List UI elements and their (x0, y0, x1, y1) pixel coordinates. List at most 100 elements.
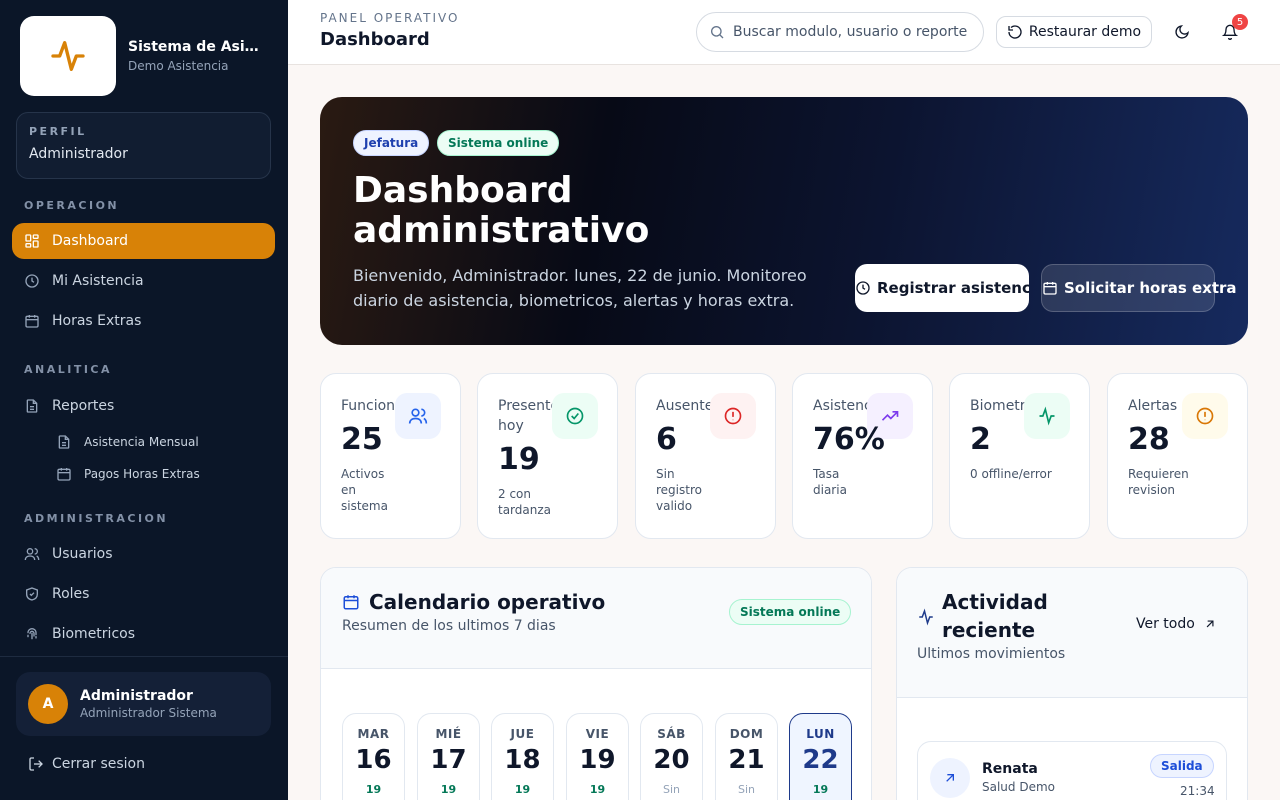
calendar-day-today[interactable]: LUN 22 19 (789, 713, 852, 800)
day-number: 22 (802, 745, 839, 775)
logout-label: Cerrar sesion (52, 756, 145, 772)
search-icon (709, 24, 725, 40)
activity-header: Actividad reciente Ultimos movimientos V… (897, 568, 1247, 698)
activity-person: Renata (982, 761, 1038, 777)
stat-note: 0 offline/error (970, 467, 1052, 481)
stat-card-alertas[interactable]: Alertas 28 Requieren revision (1107, 373, 1248, 539)
sidebar-subitem-asistencia-mensual[interactable]: Asistencia Mensual (56, 430, 199, 454)
file-icon (56, 434, 72, 450)
notifications-button[interactable]: 5 (1214, 14, 1248, 48)
day-number: 19 (579, 745, 616, 775)
see-all-link[interactable]: Ver todo (1136, 616, 1217, 632)
day-number: 20 (653, 745, 690, 775)
profile-selector[interactable]: PERFIL Administrador (16, 112, 271, 179)
day-name: VIE (585, 727, 610, 741)
users-icon (395, 393, 441, 439)
register-attendance-label: Registrar asistencia (877, 279, 1029, 297)
stat-card-biometricos[interactable]: Biometricos 2 0 offline/error (949, 373, 1090, 539)
stat-note: Activos en sistema (341, 467, 388, 513)
user-card[interactable]: A Administrador Administrador Sistema (16, 672, 271, 736)
stat-label: Presentes hoy (498, 398, 567, 434)
restore-demo-button[interactable]: Restaurar demo (996, 16, 1152, 48)
register-attendance-button[interactable]: Registrar asistencia (855, 264, 1029, 312)
stat-note: 2 con tardanza (498, 487, 552, 517)
search-input[interactable] (733, 24, 973, 40)
day-name: SÁB (657, 727, 686, 741)
stat-note: Sin registro valido (656, 467, 702, 513)
section-operacion: OPERACION (24, 199, 120, 212)
sidebar-item-reportes[interactable]: Reportes (12, 388, 275, 424)
sidebar-item-label: Biometricos (52, 626, 136, 642)
hero-banner: Jefatura Sistema online Dashboard admini… (320, 97, 1248, 345)
sidebar-item-mi-asistencia[interactable]: Mi Asistencia (12, 263, 275, 299)
sidebar-item-label: Mi Asistencia (52, 273, 144, 289)
activity-panel: Actividad reciente Ultimos movimientos V… (896, 567, 1248, 800)
calendar-day[interactable]: JUE 18 19 (491, 713, 554, 800)
breadcrumb: PANEL OPERATIVO (320, 11, 460, 25)
calendar-status-badge: Sistema online (729, 599, 852, 625)
day-name: MIÉ (435, 727, 462, 741)
stat-card-ausentes[interactable]: Ausentes 6 Sin registro valido (635, 373, 776, 539)
day-count: 19 (589, 783, 606, 796)
logout-button[interactable]: Cerrar sesion (28, 756, 145, 772)
brand-title: Sistema de Asistencia (128, 39, 264, 55)
page-title: Dashboard (320, 29, 430, 50)
brand[interactable]: Sistema de Asistencia Demo Asistencia (20, 16, 280, 96)
theme-toggle-button[interactable] (1166, 16, 1198, 48)
section-analitica: ANALITICA (24, 363, 113, 376)
brand-logo (20, 16, 116, 96)
sidebar-item-label: Reportes (52, 398, 115, 414)
activity-time: 21:34 (1180, 784, 1215, 798)
sidebar-subitem-pagos-horas-extras[interactable]: Pagos Horas Extras (56, 462, 200, 486)
stat-label: Ausentes (656, 398, 714, 414)
stat-note: Tasa diaria (813, 467, 847, 497)
calendar-day[interactable]: VIE 19 19 (566, 713, 629, 800)
calendar-icon (342, 593, 360, 611)
activity-icon (1024, 393, 1070, 439)
search-box[interactable] (696, 12, 984, 52)
sidebar-item-biometricos[interactable]: Biometricos (12, 616, 275, 652)
calendar-title: Calendario operativo (369, 590, 606, 614)
calendar-day[interactable]: MAR 16 19 (342, 713, 405, 800)
role-badge: Jefatura (353, 130, 430, 156)
users-icon (24, 546, 40, 562)
restore-demo-label: Restaurar demo (1028, 24, 1142, 40)
stat-label: Biometricos (970, 398, 1028, 414)
hero-title: Dashboard administrativo (353, 170, 650, 251)
day-name: JUE (510, 727, 535, 741)
stat-label: Alertas (1128, 398, 1178, 414)
arrow-up-right-icon (1203, 617, 1217, 631)
sidebar-item-dashboard[interactable]: Dashboard (12, 223, 275, 259)
shield-check-icon (24, 586, 40, 602)
sidebar-item-horas-extras[interactable]: Horas Extras (12, 303, 275, 339)
notification-badge: 5 (1232, 14, 1248, 30)
check-circle-icon (552, 393, 598, 439)
user-name: Administrador (80, 688, 193, 704)
pulse-logo-icon (51, 41, 85, 72)
request-overtime-button[interactable]: Solicitar horas extra (1041, 264, 1237, 312)
sidebar-subitem-label: Asistencia Mensual (84, 435, 199, 449)
day-count: 19 (440, 783, 457, 796)
sidebar-item-usuarios[interactable]: Usuarios (12, 536, 275, 572)
activity-item[interactable]: Renata Salud Demo Salida 21:34 (917, 741, 1227, 800)
stat-value: 19 (498, 442, 540, 477)
calendar-icon (56, 466, 72, 482)
file-text-icon (24, 398, 40, 414)
section-administracion: ADMINISTRACION (24, 512, 169, 525)
stat-value: 2 (970, 422, 991, 457)
stat-note: Requieren revision (1128, 467, 1189, 497)
user-role: Administrador Sistema (80, 706, 217, 720)
sidebar-item-roles[interactable]: Roles (12, 576, 275, 612)
calendar-day[interactable]: DOM 21 Sin (715, 713, 778, 800)
see-all-label: Ver todo (1136, 616, 1195, 632)
day-number: 21 (728, 745, 765, 775)
stat-value: 76% (813, 422, 885, 457)
stat-label: Asistencia (813, 398, 871, 414)
profile-value: Administrador (29, 146, 128, 162)
calendar-day[interactable]: MIÉ 17 19 (417, 713, 480, 800)
calendar-day[interactable]: SÁB 20 Sin (640, 713, 703, 800)
stat-card-presentes[interactable]: Presentes hoy 19 2 con tardanza (477, 373, 618, 539)
stat-value: 28 (1128, 422, 1170, 457)
stat-card-funcionarios[interactable]: Funcionarios 25 Activos en sistema (320, 373, 461, 539)
stat-card-asistencia[interactable]: Asistencia 76% Tasa diaria (792, 373, 933, 539)
